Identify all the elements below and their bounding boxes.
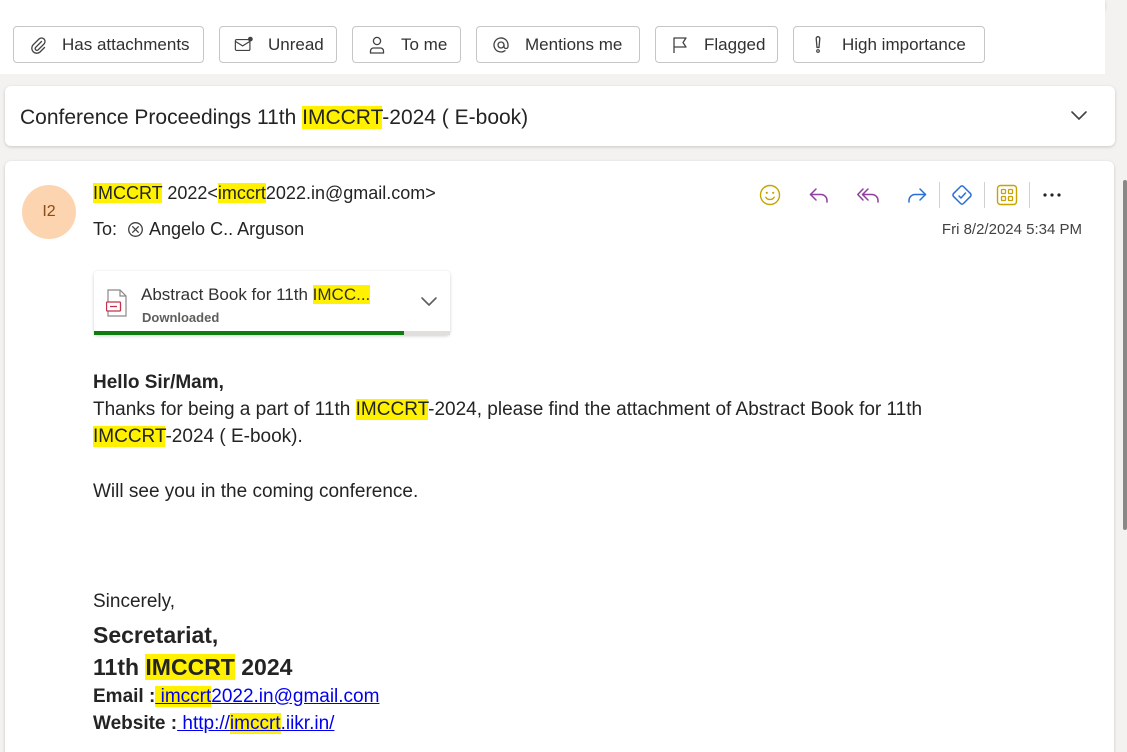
remove-circle-icon[interactable] <box>127 221 144 238</box>
reply-all-button[interactable] <box>856 183 880 207</box>
message-body: Hello Sir/Mam, Thanks for being a part o… <box>93 369 1053 737</box>
signature-name: Secretariat, <box>93 622 219 648</box>
paperclip-icon <box>31 36 46 54</box>
person-icon <box>369 36 385 54</box>
chevron-down-icon[interactable] <box>1069 108 1089 124</box>
download-progress-fill <box>94 331 404 335</box>
sender-text: 2022< <box>162 183 218 203</box>
filter-to-me[interactable]: To me <box>352 26 461 63</box>
signature-email-line: Email : imccrt2022.in@gmail.com <box>93 683 1053 710</box>
subject-text-post: -2024 ( E-book) <box>382 106 529 129</box>
filter-flagged[interactable]: Flagged <box>655 26 778 63</box>
chevron-down-icon[interactable] <box>420 295 438 309</box>
flag-icon <box>673 36 687 53</box>
search-highlight: imccrt <box>160 686 212 707</box>
search-highlight: IMCC... <box>312 285 371 304</box>
search-highlight: imccrt <box>229 713 281 734</box>
attachment-name-text: Abstract Book for 11th <box>141 285 313 304</box>
filter-high-importance[interactable]: High importance <box>793 26 985 63</box>
filter-label: Mentions me <box>525 34 623 54</box>
at-icon <box>493 36 509 53</box>
search-highlight: IMCCRT <box>93 183 163 203</box>
body-text: -2024, please find the attachment of Abs… <box>428 399 923 420</box>
signature-text: 2024 <box>234 654 293 680</box>
apps-grid-icon <box>996 184 1018 206</box>
filter-label: Has attachments <box>62 34 190 54</box>
filter-label: High importance <box>842 34 966 54</box>
exclamation-icon <box>815 35 821 53</box>
forward-button[interactable] <box>905 183 929 207</box>
website-link-text: .iikr.in/ <box>280 713 335 734</box>
bookings-icon <box>952 185 972 205</box>
email-link[interactable]: imccrt2022.in@gmail.com <box>155 686 379 707</box>
signature-text: 11th <box>93 654 146 680</box>
toolbar-divider <box>1029 182 1030 208</box>
message-action-bar <box>758 181 1089 209</box>
website-label: Website : <box>93 713 178 734</box>
message-card: I2 IMCCRT 2022<imccrt2022.in@gmail.com> … <box>5 161 1114 752</box>
search-highlight: IMCCRT <box>145 654 235 680</box>
email-reading-pane: Has attachments Unread To me Mentions me… <box>0 0 1127 752</box>
conversation-subject: Conference Proceedings 11th IMCCRT-2024 … <box>20 106 528 130</box>
conversation-subject-card[interactable]: Conference Proceedings 11th IMCCRT-2024 … <box>5 86 1115 146</box>
reply-button[interactable] <box>807 183 831 207</box>
subject-text-pre: Conference Proceedings 11th <box>20 106 303 129</box>
greeting: Hello Sir/Mam, <box>93 372 224 393</box>
website-link-text: http:// <box>177 713 230 734</box>
envelope-unread-icon <box>234 36 253 51</box>
to-label: To: <box>93 219 118 239</box>
recipients-line: To: Angelo C.. Arguson <box>93 219 304 240</box>
attachment-status: Downloaded <box>142 310 220 325</box>
filter-unread[interactable]: Unread <box>219 26 337 63</box>
toolbar-divider <box>939 182 940 208</box>
attachment-card[interactable]: Abstract Book for 11th IMCC... Downloade… <box>94 271 450 335</box>
message-date: Fri 8/2/2024 5:34 PM <box>941 221 1082 238</box>
smiley-icon <box>759 184 781 206</box>
signature-website-line: Website : http://imccrt.iikr.in/ <box>93 710 1053 737</box>
toolbar-divider <box>984 182 985 208</box>
filter-has-attachments[interactable]: Has attachments <box>13 26 204 63</box>
immersive-reader-button[interactable] <box>950 183 974 207</box>
search-highlight: IMCCRT <box>302 106 383 129</box>
filter-label: Unread <box>268 34 324 54</box>
scrollbar[interactable] <box>1123 180 1127 530</box>
more-actions-button[interactable] <box>1040 183 1064 207</box>
filter-label: To me <box>401 34 448 54</box>
sender-email: 2022.in@gmail.com> <box>265 183 436 203</box>
filter-mentions-me[interactable]: Mentions me <box>476 26 640 63</box>
reply-all-icon <box>857 188 879 203</box>
link-space <box>155 686 161 707</box>
body-paragraph: Will see you in the coming conference. <box>93 481 419 502</box>
recipient-name[interactable]: Angelo C.. Arguson <box>149 219 304 240</box>
reply-icon <box>809 188 828 203</box>
sender[interactable]: IMCCRT 2022<imccrt2022.in@gmail.com> <box>93 183 436 204</box>
signature-org: 11th IMCCRT 2024 <box>93 651 1053 683</box>
apps-button[interactable] <box>995 183 1019 207</box>
pdf-file-icon <box>106 289 127 317</box>
avatar[interactable]: I2 <box>22 185 76 239</box>
filter-bar: Has attachments Unread To me Mentions me… <box>0 10 1105 74</box>
forward-icon <box>908 188 927 203</box>
email-link-text: 2022.in@gmail.com <box>211 686 380 707</box>
website-link[interactable]: http://imccrt.iikr.in/ <box>177 713 334 734</box>
react-button[interactable] <box>758 183 782 207</box>
body-text: -2024 ( E-book). <box>165 426 303 447</box>
top-divider <box>0 0 1105 10</box>
email-label: Email : <box>93 686 156 707</box>
download-progress-track <box>94 331 450 335</box>
search-highlight: imccrt <box>217 183 266 203</box>
filter-label: Flagged <box>704 34 766 54</box>
attachment-name: Abstract Book for 11th IMCC... <box>141 285 371 305</box>
closing: Sincerely, <box>93 591 176 612</box>
body-text: Thanks for being a part of 11th <box>93 399 356 420</box>
search-highlight: IMCCRT <box>93 426 166 447</box>
more-horizontal-icon <box>1043 193 1061 197</box>
body-paragraph: Thanks for being a part of 11th IMCCRT-2… <box>93 396 1053 450</box>
search-highlight: IMCCRT <box>355 399 429 420</box>
